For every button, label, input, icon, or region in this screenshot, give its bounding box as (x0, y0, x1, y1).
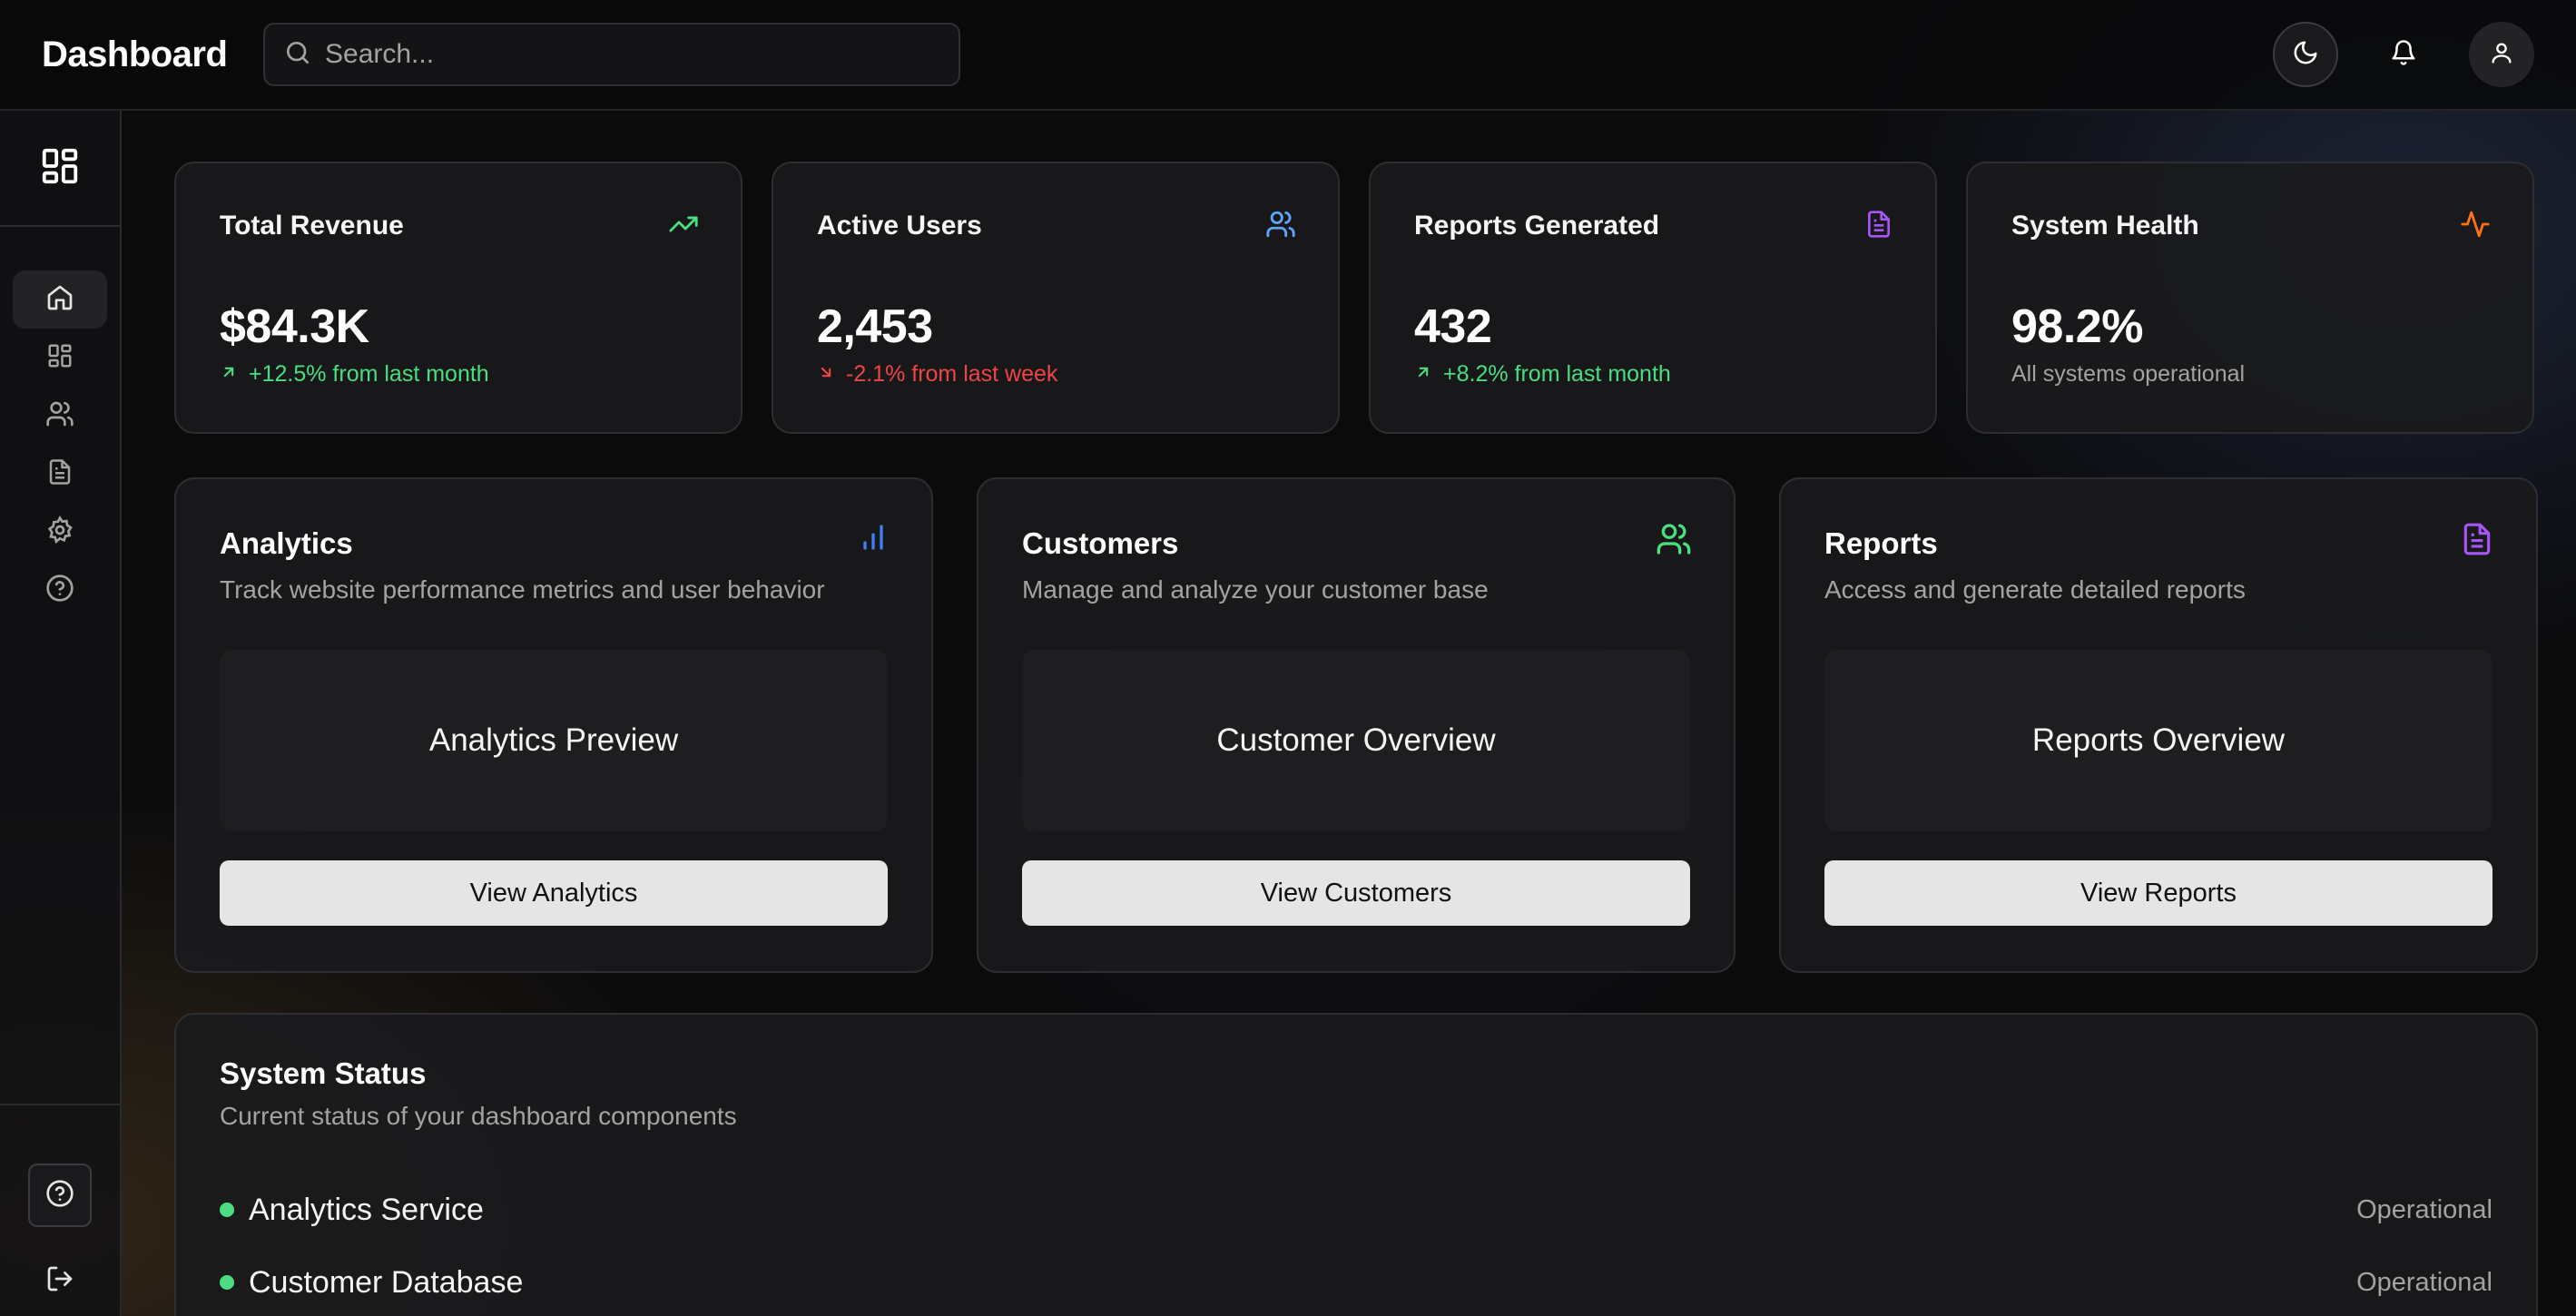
stat-value: 98.2% (2011, 300, 2143, 353)
sidebar-item-settings[interactable] (13, 503, 107, 561)
brand-title: Dashboard (42, 34, 228, 74)
view-customers-button[interactable]: View Customers (1022, 860, 1690, 926)
sidebar-item-users[interactable] (13, 387, 107, 445)
stat-change-text: +8.2% from last month (1443, 361, 1671, 387)
grid-icon (46, 342, 74, 374)
sidebar-item-dashboard[interactable] (13, 329, 107, 387)
bell-icon (2390, 39, 2417, 71)
status-service-name: Analytics Service (249, 1192, 484, 1227)
theme-toggle-button[interactable] (2273, 22, 2338, 87)
trending-up-icon (668, 209, 699, 244)
stat-card-active-users: Active Users 2,453 -2.1% from last week (772, 162, 1340, 434)
moon-icon (2292, 39, 2319, 71)
help-circle-icon (45, 1179, 74, 1213)
feature-description: Access and generate detailed reports (1824, 575, 2246, 604)
bar-chart-icon (857, 521, 890, 558)
search-input[interactable] (325, 39, 940, 70)
feature-title: Reports (1824, 526, 1938, 560)
stat-change: All systems operational (2011, 361, 2245, 388)
arrow-up-right-icon (1414, 361, 1432, 388)
feature-card-reports: Reports Access and generate detailed rep… (1779, 477, 2538, 973)
stat-change-text: -2.1% from last week (846, 361, 1058, 387)
sidebar-logo[interactable] (0, 111, 120, 227)
user-icon (2489, 40, 2514, 70)
logout-icon (45, 1264, 74, 1298)
stat-change-text: All systems operational (2011, 361, 2246, 387)
file-text-icon (2460, 521, 2494, 562)
feature-title: Analytics (220, 526, 353, 560)
arrow-down-right-icon (817, 361, 835, 388)
stat-card-reports-generated: Reports Generated 432 +8.2% from last mo… (1369, 162, 1937, 434)
users-icon (1656, 521, 1692, 562)
stat-value: $84.3K (220, 300, 369, 353)
logout-button[interactable] (28, 1249, 92, 1312)
profile-button[interactable] (2469, 22, 2534, 87)
sidebar (0, 111, 122, 1316)
sidebar-help-button[interactable] (28, 1164, 92, 1227)
stat-change: +8.2% from last month (1414, 361, 1671, 388)
system-status-description: Current status of your dashboard compone… (220, 1102, 737, 1130)
home-icon (45, 283, 74, 317)
feature-card-analytics: Analytics Track website performance metr… (174, 477, 933, 973)
top-header: Dashboard (0, 0, 2576, 111)
stat-title: Active Users (817, 211, 982, 241)
stat-change: -2.1% from last week (817, 361, 1057, 388)
notifications-button[interactable] (2371, 22, 2436, 87)
sidebar-item-reports[interactable] (13, 445, 107, 503)
status-service-name: Customer Database (249, 1264, 524, 1300)
stat-change-text: +12.5% from last month (249, 361, 489, 387)
arrow-up-right-icon (220, 361, 238, 388)
stat-change: +12.5% from last month (220, 361, 489, 388)
stat-title: System Health (2011, 211, 2199, 241)
system-status-title: System Status (220, 1056, 427, 1090)
help-circle-icon (45, 574, 74, 607)
status-row: Analytics Service Operational (220, 1187, 2492, 1233)
search-box[interactable] (263, 23, 960, 86)
file-text-icon (46, 458, 74, 490)
customer-overview-preview: Customer Overview (1022, 650, 1690, 831)
main-content: Total Revenue $84.3K +12.5% from last mo… (122, 111, 2576, 1316)
view-analytics-button[interactable]: View Analytics (220, 860, 888, 926)
status-row: Customer Database Operational (220, 1260, 2492, 1305)
status-state: Operational (2356, 1194, 2492, 1224)
sidebar-item-help[interactable] (13, 561, 107, 619)
feature-card-customers: Customers Manage and analyze your custom… (977, 477, 1735, 973)
stat-title: Total Revenue (220, 211, 404, 241)
settings-icon (45, 515, 74, 549)
search-icon (283, 38, 312, 72)
stat-card-system-health: System Health 98.2% All systems operatio… (1966, 162, 2534, 434)
status-state: Operational (2356, 1267, 2492, 1297)
feature-title: Customers (1022, 526, 1179, 560)
sidebar-item-home[interactable] (13, 270, 107, 329)
users-icon (1265, 209, 1296, 244)
status-dot (220, 1275, 234, 1290)
activity-icon (2460, 209, 2491, 244)
users-icon (45, 399, 74, 433)
stat-value: 432 (1414, 300, 1492, 353)
view-reports-button[interactable]: View Reports (1824, 860, 2492, 926)
feature-description: Manage and analyze your customer base (1022, 575, 1489, 604)
dashboard-grid-icon (39, 145, 81, 192)
feature-description: Track website performance metrics and us… (220, 575, 825, 604)
status-dot (220, 1203, 234, 1217)
file-text-icon (1864, 209, 1893, 244)
stat-card-revenue: Total Revenue $84.3K +12.5% from last mo… (174, 162, 742, 434)
reports-overview-preview: Reports Overview (1824, 650, 2492, 831)
stat-title: Reports Generated (1414, 211, 1660, 241)
analytics-preview: Analytics Preview (220, 650, 888, 831)
stat-value: 2,453 (817, 300, 933, 353)
system-status-card: System Status Current status of your das… (174, 1013, 2538, 1316)
